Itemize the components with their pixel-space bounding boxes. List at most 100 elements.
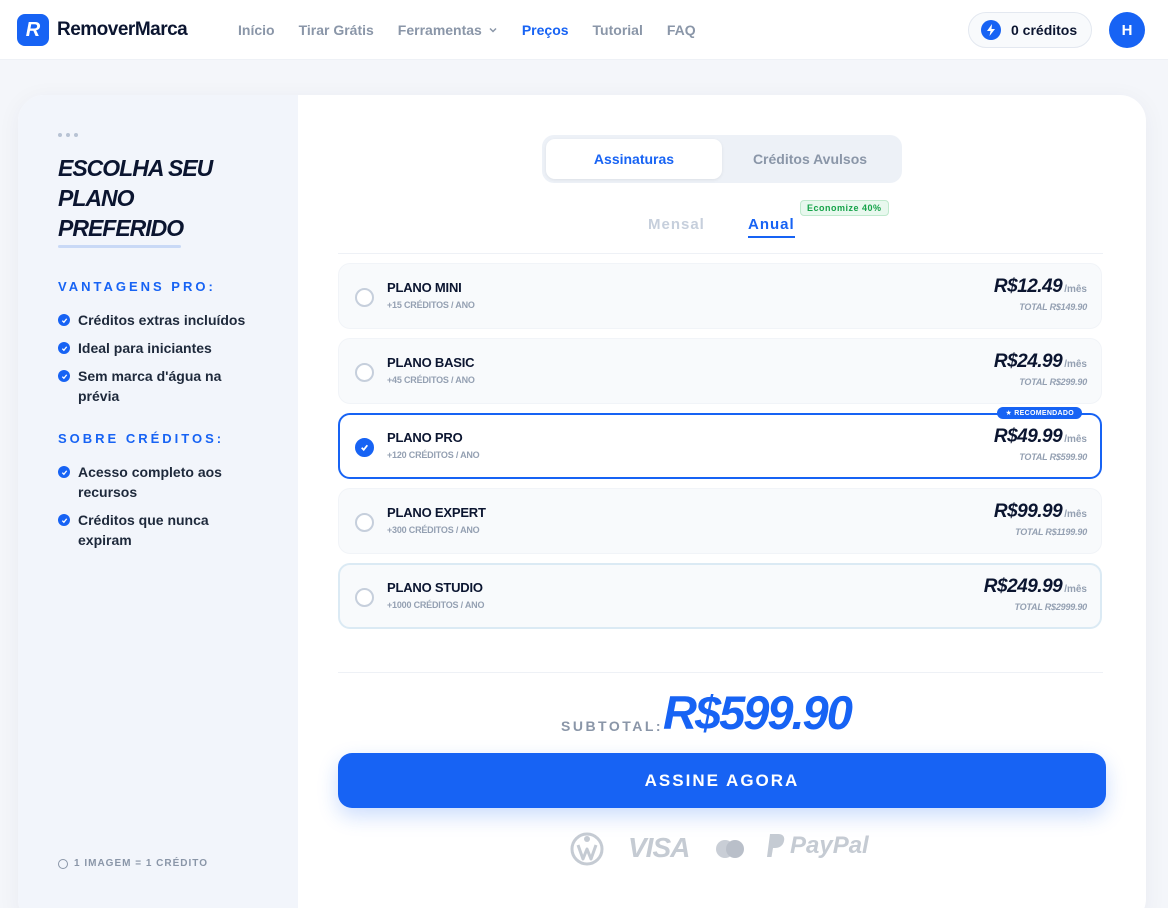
check-circle-icon bbox=[58, 514, 70, 526]
list-item: Créditos extras incluídos bbox=[58, 310, 258, 330]
plan-credits: +120 CRÉDITOS / ANO bbox=[387, 450, 480, 460]
list-item: Ideal para iniciantes bbox=[58, 338, 258, 358]
check-icon bbox=[361, 444, 369, 452]
pro-heading: VANTAGENS PRO: bbox=[58, 279, 216, 294]
nav-link-ferramentas[interactable]: Ferramentas bbox=[398, 22, 498, 38]
radio-button[interactable] bbox=[355, 513, 374, 532]
plan-price-value: R$249.99 bbox=[983, 576, 1063, 597]
list-item-label: Sem marca d'água na prévia bbox=[78, 368, 222, 404]
plan-price: R$24.99/mês bbox=[994, 351, 1087, 373]
plan-price-period: /mês bbox=[1064, 284, 1087, 295]
plan-name: PLANO EXPERT bbox=[387, 505, 486, 520]
chevron-down-icon bbox=[489, 27, 497, 33]
credits-count: 0 créditos bbox=[1011, 22, 1078, 38]
tab-creditos-avulsos[interactable]: Créditos Avulsos bbox=[722, 139, 898, 179]
main-menu: Início Tirar Grátis Ferramentas Preços T… bbox=[238, 22, 696, 38]
tab-assinaturas[interactable]: Assinaturas bbox=[546, 139, 722, 179]
radio-button[interactable] bbox=[355, 588, 374, 607]
check-circle-icon bbox=[58, 314, 70, 326]
plan-price-value: R$12.49 bbox=[993, 276, 1063, 297]
nav-link-inicio[interactable]: Início bbox=[238, 22, 275, 38]
credits-button[interactable]: 0 créditos bbox=[968, 12, 1092, 48]
check-circle-icon bbox=[58, 466, 70, 478]
plan-option-pro[interactable]: ★ RECOMENDADO PLANO PRO +120 CRÉDITOS / … bbox=[338, 407, 1102, 479]
plan-price: R$49.99/mês bbox=[994, 426, 1087, 448]
dots-decoration bbox=[58, 133, 78, 137]
plan-option-mini[interactable]: PLANO MINI +15 CRÉDITOS / ANO R$12.49/mê… bbox=[338, 263, 1102, 329]
credits-heading: SOBRE CRÉDITOS: bbox=[58, 431, 225, 446]
radio-button[interactable] bbox=[355, 363, 374, 382]
plan-total: TOTAL R$149.90 bbox=[1019, 302, 1087, 312]
user-avatar[interactable]: H bbox=[1109, 12, 1145, 48]
divider bbox=[338, 672, 1103, 673]
wise-icon bbox=[570, 832, 604, 866]
plan-price-period: /mês bbox=[1064, 359, 1087, 370]
pricing-card: ESCOLHA SEU PLANO PREFERIDO VANTAGENS PR… bbox=[18, 95, 1146, 908]
list-item-label: Ideal para iniciantes bbox=[78, 340, 212, 356]
plan-name: PLANO MINI bbox=[387, 280, 462, 295]
info-sidebar: ESCOLHA SEU PLANO PREFERIDO VANTAGENS PR… bbox=[18, 95, 298, 908]
plan-total: TOTAL R$599.90 bbox=[1019, 452, 1087, 462]
list-item-label: Créditos extras incluídos bbox=[78, 312, 246, 328]
subscribe-button[interactable]: ASSINE AGORA bbox=[338, 753, 1106, 808]
sidebar-title: ESCOLHA SEU PLANO PREFERIDO bbox=[58, 155, 213, 241]
mastercard-icon bbox=[715, 839, 745, 859]
plan-price-value: R$49.99 bbox=[993, 426, 1063, 447]
plan-credits: +15 CRÉDITOS / ANO bbox=[387, 300, 475, 310]
pro-list: Créditos extras incluídos Ideal para ini… bbox=[58, 310, 258, 414]
savings-badge: Economize 40% bbox=[800, 200, 889, 216]
plan-option-basic[interactable]: PLANO BASIC +45 CRÉDITOS / ANO R$24.99/m… bbox=[338, 338, 1102, 404]
subtotal-label: SUBTOTAL: bbox=[561, 718, 664, 734]
info-icon bbox=[58, 858, 68, 869]
plan-name: PLANO BASIC bbox=[387, 355, 475, 370]
plan-price: R$12.49/mês bbox=[994, 276, 1087, 298]
divider bbox=[338, 253, 1103, 254]
plan-type-tabs: Assinaturas Créditos Avulsos bbox=[542, 135, 902, 183]
plan-credits: +1000 CRÉDITOS / ANO bbox=[387, 600, 485, 610]
plan-total: TOTAL R$1199.90 bbox=[1015, 527, 1087, 537]
billing-annual-toggle[interactable]: Anual bbox=[748, 216, 795, 238]
nav-link-precos[interactable]: Preços bbox=[522, 22, 569, 38]
plan-price: R$249.99/mês bbox=[984, 576, 1087, 598]
nav-link-ferramentas-label: Ferramentas bbox=[397, 22, 482, 38]
plan-option-studio[interactable]: PLANO STUDIO +1000 CRÉDITOS / ANO R$249.… bbox=[338, 563, 1102, 629]
list-item: Sem marca d'água na prévia bbox=[58, 366, 258, 406]
list-item: Créditos que nunca expiram bbox=[58, 510, 258, 550]
nav-link-faq[interactable]: FAQ bbox=[667, 22, 696, 38]
billing-monthly-toggle[interactable]: Mensal bbox=[648, 216, 705, 233]
nav-link-tutorial[interactable]: Tutorial bbox=[593, 22, 643, 38]
plan-total: TOTAL R$299.90 bbox=[1019, 377, 1087, 387]
radio-button[interactable] bbox=[355, 288, 374, 307]
radio-button-checked[interactable] bbox=[355, 438, 374, 457]
plan-name: PLANO STUDIO bbox=[387, 580, 483, 595]
top-navbar: R RemoverMarca Início Tirar Grátis Ferra… bbox=[0, 0, 1168, 60]
plan-credits: +300 CRÉDITOS / ANO bbox=[387, 525, 480, 535]
paypal-logo: PayPal bbox=[766, 832, 869, 860]
plan-price-period: /mês bbox=[1064, 584, 1087, 595]
check-circle-icon bbox=[58, 370, 70, 382]
recommended-badge: ★ RECOMENDADO bbox=[997, 407, 1082, 419]
list-item-label: Créditos que nunca expiram bbox=[78, 512, 209, 548]
credit-note-label: 1 IMAGEM = 1 CRÉDITO bbox=[74, 858, 209, 869]
plan-option-expert[interactable]: PLANO EXPERT +300 CRÉDITOS / ANO R$99.99… bbox=[338, 488, 1102, 554]
credits-list: Acesso completo aos recursos Créditos qu… bbox=[58, 462, 258, 558]
paypal-icon bbox=[767, 834, 785, 857]
plan-name: PLANO PRO bbox=[387, 430, 463, 445]
credit-note: 1 IMAGEM = 1 CRÉDITO bbox=[58, 858, 208, 869]
plan-price-value: R$99.99 bbox=[993, 501, 1063, 522]
plan-price-period: /mês bbox=[1064, 509, 1087, 520]
plan-total: TOTAL R$2999.90 bbox=[1014, 602, 1087, 612]
check-circle-icon bbox=[58, 342, 70, 354]
plan-price: R$99.99/mês bbox=[994, 501, 1087, 523]
visa-logo: VISA bbox=[628, 832, 690, 863]
bolt-icon bbox=[981, 20, 1001, 40]
title-underline bbox=[58, 245, 181, 248]
list-item-label: Acesso completo aos recursos bbox=[78, 464, 222, 500]
logo-icon: R bbox=[17, 14, 49, 46]
list-item: Acesso completo aos recursos bbox=[58, 462, 258, 502]
paypal-label: PayPal bbox=[790, 832, 869, 859]
nav-link-tirar-gratis[interactable]: Tirar Grátis bbox=[299, 22, 374, 38]
plan-price-value: R$24.99 bbox=[993, 351, 1063, 372]
plan-credits: +45 CRÉDITOS / ANO bbox=[387, 375, 475, 385]
brand-logo[interactable]: R RemoverMarca bbox=[17, 14, 188, 46]
